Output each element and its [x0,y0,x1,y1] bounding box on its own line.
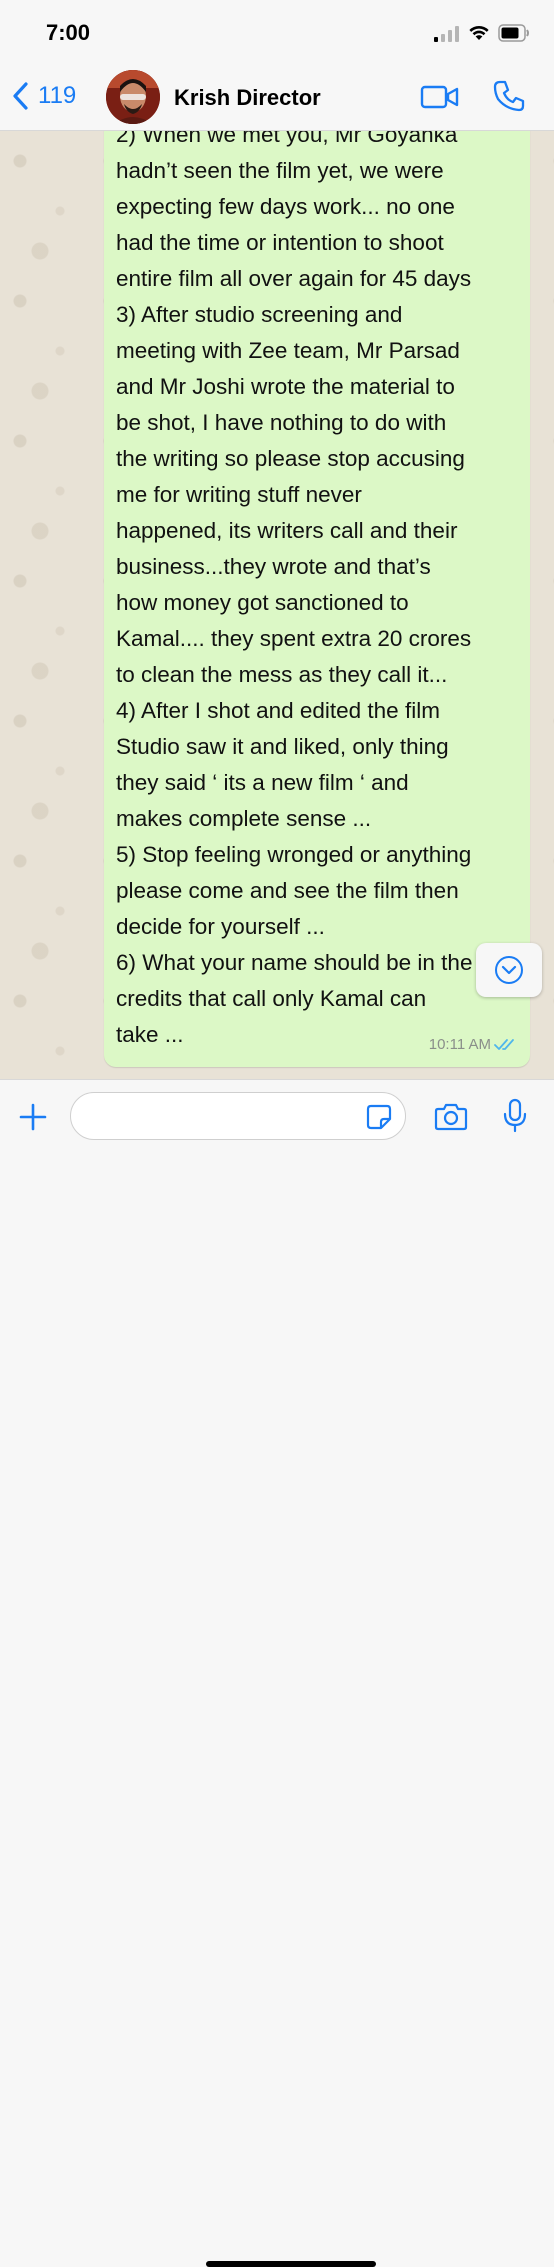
message-text: 2) When we met you, Mr Goyanka hadn’t se… [116,131,473,1047]
chevron-left-icon [13,82,28,110]
home-indicator [206,2261,376,2267]
avatar[interactable] [106,70,160,124]
unread-count: 119 [38,82,77,109]
camera-icon[interactable] [434,1102,468,1132]
signal-icon [434,26,459,42]
chat-area[interactable]: 2) When we met you, Mr Goyanka hadn’t se… [0,131,554,1079]
microphone-icon[interactable] [502,1098,528,1134]
chat-header: 119 Krish Director [0,64,554,131]
status-bar: 7:00 [0,0,554,64]
chevron-down-circle-icon [495,956,523,984]
sticker-icon[interactable] [366,1104,392,1130]
message-time: 10:11 AM [428,1036,491,1053]
scroll-to-bottom-button[interactable] [476,943,542,997]
input-bar [0,1079,554,2267]
contact-name[interactable]: Krish Director [174,85,321,111]
message-bubble[interactable]: 2) When we met you, Mr Goyanka hadn’t se… [104,131,530,1067]
phone-icon[interactable] [492,79,526,113]
message-input[interactable] [70,1092,406,1140]
back-button[interactable]: 119 [10,78,76,114]
message-meta: 10:11 AM [429,1036,518,1053]
video-camera-icon[interactable] [420,84,460,110]
plus-icon[interactable] [18,1102,48,1132]
wifi-icon [469,25,489,40]
read-receipt-icon [494,1038,514,1050]
avatar-image [106,70,160,124]
status-time: 7:00 [46,20,91,45]
battery-icon [498,24,529,42]
